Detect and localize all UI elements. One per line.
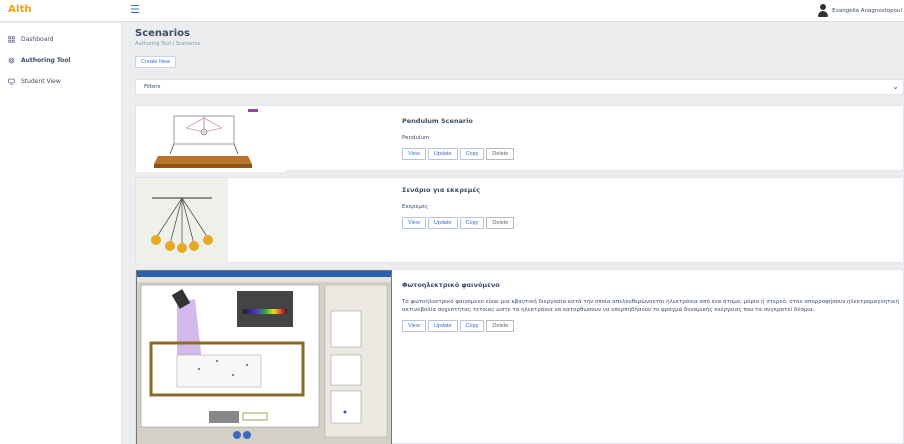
scenario-description: Pendulum	[402, 135, 430, 141]
scenario-actions: View Update Copy Delete	[402, 148, 515, 160]
chevron-down-icon[interactable]: ⌄	[892, 82, 899, 91]
view-button[interactable]: View	[402, 320, 426, 332]
sidebar-item-student-view[interactable]: Student View	[0, 71, 121, 92]
scenario-body: Pendulum Scenario Pendulum View Update C…	[402, 117, 515, 160]
sidebar: Dashboard Authoring Tool Student View	[0, 23, 122, 444]
app-logo[interactable]: Alth	[8, 4, 32, 15]
page-title: Scenarios	[135, 28, 190, 39]
delete-button[interactable]: Delete	[486, 320, 515, 332]
sidebar-item-dashboard[interactable]: Dashboard	[0, 29, 121, 50]
scenario-title: Φωτοηλεκτρικό φαινόμενο	[402, 281, 500, 289]
grid-icon	[8, 36, 15, 43]
delete-button[interactable]: Delete	[486, 148, 515, 160]
main-content: Scenarios Authoring Tool / Scenarios Cre…	[123, 23, 904, 444]
user-avatar-icon	[818, 4, 829, 17]
scenario-body: Φωτοηλεκτρικό φαινόμενο Το φωτοηλεκτρικό…	[402, 281, 902, 332]
top-bar: Alth ☰ Evangelia Anagnostopoul	[0, 0, 904, 22]
scenario-card: Σενάριο για εκκρεμές Εκκρεμές View Updat…	[135, 177, 904, 264]
breadcrumb: Authoring Tool / Scenarios	[135, 41, 201, 47]
page-header: Scenarios Authoring Tool / Scenarios Cre…	[123, 23, 904, 77]
user-name: Evangelia Anagnostopoul	[832, 7, 902, 14]
scenario-actions: View Update Copy Delete	[402, 217, 515, 229]
settings-icon	[8, 57, 15, 64]
user-menu[interactable]: Evangelia Anagnostopoul	[818, 4, 902, 17]
sidebar-item-authoring-tool[interactable]: Authoring Tool	[0, 50, 121, 71]
scenario-thumbnail	[136, 178, 228, 264]
menu-toggle-icon[interactable]: ☰	[130, 4, 140, 15]
scenario-body: Σενάριο για εκκρεμές Εκκρεμές View Updat…	[402, 186, 515, 229]
scenario-card: Φωτοηλεκτρικό φαινόμενο Το φωτοηλεκτρικό…	[135, 269, 904, 444]
sidebar-item-label: Dashboard	[21, 36, 54, 43]
filters-label: Filters	[144, 84, 161, 90]
sidebar-item-label: Student View	[21, 78, 61, 85]
scenario-title: Σενάριο για εκκρεμές	[402, 186, 480, 194]
view-button[interactable]: View	[402, 217, 426, 229]
scenario-title: Pendulum Scenario	[402, 117, 473, 125]
filters-panel[interactable]: Filters ⌄	[135, 79, 904, 95]
update-button[interactable]: Update	[427, 148, 458, 160]
create-new-button[interactable]: Create New	[135, 56, 177, 68]
view-button[interactable]: View	[402, 148, 426, 160]
delete-button[interactable]: Delete	[486, 217, 515, 229]
photoelectric-simulation-image	[137, 271, 391, 439]
pendulum-balls-image	[151, 197, 213, 253]
copy-button[interactable]: Copy	[459, 320, 485, 332]
copy-button[interactable]: Copy	[459, 217, 485, 229]
scenario-thumbnail	[136, 106, 286, 172]
update-button[interactable]: Update	[427, 217, 458, 229]
update-button[interactable]: Update	[427, 320, 458, 332]
copy-button[interactable]: Copy	[459, 148, 485, 160]
scenario-thumbnail	[136, 270, 392, 444]
scenario-actions: View Update Copy Delete	[402, 320, 902, 332]
sidebar-item-label: Authoring Tool	[21, 57, 71, 64]
scenario-description: Εκκρεμές	[402, 204, 429, 210]
scenario-card: Pendulum Scenario Pendulum View Update C…	[135, 105, 904, 172]
monitor-icon	[8, 78, 15, 85]
scenario-description: Το φωτοηλεκτρικό φαινόμενο είναι μια κβα…	[402, 299, 900, 313]
pendulum-apparatus-image	[154, 109, 258, 168]
